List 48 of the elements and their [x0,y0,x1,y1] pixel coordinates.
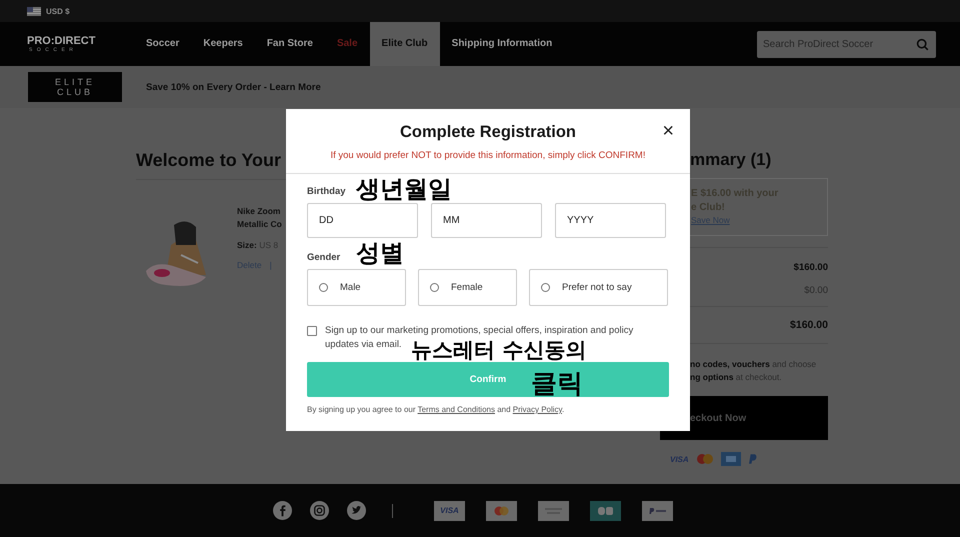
dialog-title: Complete Registration [400,123,576,142]
separator: | [270,260,272,270]
nav-item[interactable]: Keepers [191,22,255,66]
currency-selector[interactable]: USD $ [46,6,70,16]
page-heading: Welcome to Your [136,150,282,171]
nav-item[interactable]: Fan Store [254,22,325,66]
amex-card-icon [538,500,569,520]
mastercard-card-icon [486,500,517,520]
date-field[interactable]: MM [431,203,542,238]
paypal-card-icon [642,500,673,520]
newsletter-text: Sign up to our marketing promotions, special offers, inspiration and policy [325,324,634,338]
nav-item[interactable]: Soccer [134,22,192,66]
legal-text: By signing up you agree to our Terms and Conditions and Privacy Policy. [307,405,566,414]
notice-text: If you would prefer NOT to provide this information, simply click CONFIRM! [329,150,646,161]
annotation-text: 뉴스레터 수신동의 [411,337,586,364]
visa-card: VISA [434,500,465,520]
instagram-icon[interactable] [310,501,329,520]
annotation-text: 성별 [356,238,404,269]
policy-link[interactable]: Privacy Policy [512,405,562,414]
gender-option[interactable]: Prefer not to say [529,269,668,306]
search-icon[interactable] [916,38,929,50]
cb-card-icon [590,500,621,520]
paypal-icon [748,454,757,464]
facebook-icon[interactable] [273,501,292,520]
gender-option[interactable]: Female [418,269,517,306]
nav-item[interactable]: Shipping Information [440,22,564,66]
summary-amount: $160.00 [794,262,828,273]
newsletter-text: updates via email. [325,338,402,352]
elite-club-badge[interactable]: ELITE CLUB [27,71,123,103]
mastercard-icon [696,454,713,464]
twitter-icon[interactable] [347,501,366,520]
field-label: Birthday [307,186,347,197]
amex-icon [720,452,741,466]
policy-link[interactable]: Terms and Conditions [418,405,495,414]
gender-option[interactable]: Male [307,269,406,306]
radio-button[interactable] [541,283,550,292]
annotation-text: 생년월일 [356,174,452,205]
field-label: Gender [307,252,342,263]
radio-button[interactable] [430,283,439,292]
flag-icon [27,6,41,16]
close-button[interactable]: × [660,121,676,141]
total-amount: $160.00 [790,319,828,331]
checkbox[interactable] [307,326,317,336]
radio-button[interactable] [319,283,328,292]
visa-logo: VISA [670,454,689,464]
date-field[interactable]: YYYY [555,203,666,238]
date-field[interactable]: DD [307,203,418,238]
summary-heading: mmary (1) [689,150,772,170]
